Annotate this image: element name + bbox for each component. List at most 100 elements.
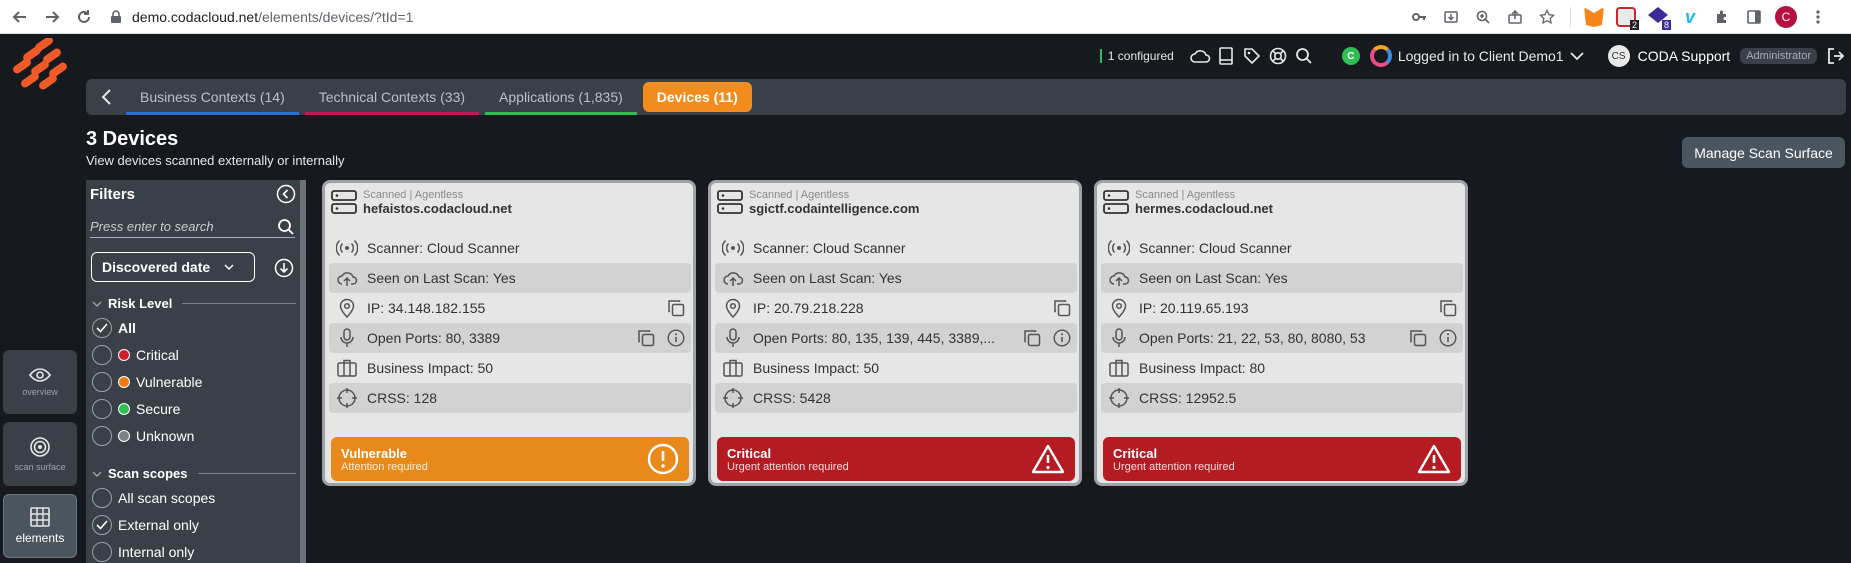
zoom-icon[interactable]	[1470, 4, 1496, 30]
sidepanel-icon[interactable]	[1741, 4, 1767, 30]
nav-elements[interactable]: elements	[3, 494, 77, 558]
risk-option-critical[interactable]: Critical	[92, 345, 179, 365]
secure-dot-icon	[118, 403, 130, 415]
checkbox[interactable]	[92, 488, 112, 508]
nav-label: overview	[22, 387, 58, 397]
tab-label: Applications (1,835)	[499, 89, 623, 105]
chevron-down-icon[interactable]	[1569, 51, 1584, 61]
device-hostname[interactable]: sgictf.codaintelligence.com	[749, 201, 920, 216]
eye-icon	[29, 368, 51, 382]
install-icon[interactable]	[1438, 4, 1464, 30]
risk-status: Critical	[1113, 445, 1158, 461]
vimeo-extension-icon[interactable]: v	[1677, 4, 1703, 30]
copy-icon[interactable]	[1403, 329, 1433, 347]
ports-text: Open Ports: 80, 3389	[367, 330, 501, 346]
device-card[interactable]: Scanned | Agentless hefaistos.codacloud.…	[322, 180, 696, 486]
manage-scan-surface-button[interactable]: Manage Scan Surface	[1682, 137, 1845, 168]
chevron-down-icon	[224, 264, 234, 271]
filter-search-input[interactable]: Press enter to search	[90, 216, 295, 238]
tab-devices[interactable]: Devices (11)	[642, 82, 752, 112]
checkbox[interactable]	[92, 372, 112, 392]
fox-extension-icon[interactable]	[1581, 4, 1607, 30]
risk-option-all[interactable]: All	[92, 318, 136, 338]
checkbox[interactable]	[92, 399, 112, 419]
extension-badge-icon[interactable]: 2	[1613, 4, 1639, 30]
scope-option-all[interactable]: All scan scopes	[92, 488, 215, 508]
lock-icon	[110, 10, 122, 24]
user-name[interactable]: CODA Support	[1638, 48, 1731, 64]
forward-arrow-icon[interactable]	[38, 3, 66, 31]
graduation-extension-icon[interactable]: 8	[1645, 4, 1671, 30]
lifebuoy-icon[interactable]	[1266, 44, 1290, 68]
option-label: Secure	[136, 401, 181, 417]
tab-technical-contexts[interactable]: Technical Contexts (33)	[304, 79, 480, 115]
risk-option-vulnerable[interactable]: Vulnerable	[92, 372, 202, 392]
risk-option-unknown[interactable]: Unknown	[92, 426, 194, 446]
copy-icon[interactable]	[661, 299, 691, 317]
copy-icon[interactable]	[1047, 299, 1077, 317]
crosshair-icon	[1105, 388, 1133, 408]
device-hostname[interactable]: hermes.codacloud.net	[1135, 201, 1273, 216]
seen-row: Seen on Last Scan: Yes	[329, 263, 691, 293]
chevron-left-icon[interactable]	[86, 88, 126, 106]
device-hostname[interactable]: hefaistos.codacloud.net	[363, 201, 512, 216]
microphone-icon	[333, 328, 361, 348]
book-icon[interactable]	[1214, 44, 1238, 68]
filters-scrollbar[interactable]	[300, 180, 306, 563]
client-switcher[interactable]: Logged in to Client Demo1	[1398, 48, 1564, 64]
checkbox[interactable]	[92, 318, 112, 338]
cloud-icon[interactable]	[1188, 44, 1212, 68]
impact-text: Business Impact: 50	[367, 360, 494, 376]
tag-icon[interactable]	[1240, 44, 1264, 68]
risk-option-secure[interactable]: Secure	[92, 399, 180, 419]
ports-text: Open Ports: 80, 135, 139, 445, 3389,...	[753, 330, 996, 346]
copy-icon[interactable]	[631, 329, 661, 347]
scan-scopes-section[interactable]: Scan scopes	[92, 466, 296, 481]
profile-avatar[interactable]: C	[1773, 4, 1799, 30]
sort-select[interactable]: Discovered date	[91, 252, 255, 282]
configured-count[interactable]: 1 configured	[1099, 49, 1174, 63]
puzzle-icon[interactable]	[1709, 4, 1735, 30]
nav-scan-surface[interactable]: scan surface	[3, 422, 77, 486]
nav-overview[interactable]: overview	[3, 350, 77, 414]
info-icon[interactable]	[1047, 329, 1077, 347]
tab-business-contexts[interactable]: Business Contexts (14)	[126, 79, 299, 115]
device-card[interactable]: Scanned | Agentless hermes.codacloud.net…	[1094, 180, 1468, 486]
collapse-filters-icon[interactable]	[276, 184, 296, 204]
star-icon[interactable]	[1534, 4, 1560, 30]
copy-icon[interactable]	[1433, 299, 1463, 317]
checkbox[interactable]	[92, 515, 112, 535]
risk-status-banner[interactable]: Vulnerable Attention required	[331, 437, 689, 481]
info-icon[interactable]	[1433, 329, 1463, 347]
info-icon[interactable]	[661, 329, 691, 347]
ports-row: Open Ports: 80, 135, 139, 445, 3389,...	[715, 323, 1077, 353]
back-arrow-icon[interactable]	[6, 3, 34, 31]
risk-status-banner[interactable]: Critical Urgent attention required	[717, 437, 1075, 481]
user-avatar[interactable]: CS	[1607, 45, 1630, 67]
checkbox[interactable]	[92, 345, 112, 365]
tab-applications[interactable]: Applications (1,835)	[485, 79, 637, 115]
search-icon[interactable]	[1292, 44, 1316, 68]
coda-logo-icon[interactable]	[12, 38, 70, 96]
scope-option-internal[interactable]: Internal only	[92, 542, 194, 562]
risk-level-section[interactable]: Risk Level	[92, 296, 296, 311]
scope-option-external[interactable]: External only	[92, 515, 199, 535]
tab-underline	[485, 112, 637, 115]
kebab-menu-icon[interactable]	[1805, 4, 1831, 30]
checkbox[interactable]	[92, 426, 112, 446]
address-bar[interactable]: demo.codacloud.net/elements/devices/?tId…	[110, 5, 1540, 29]
extension-badge: 8	[1661, 20, 1671, 30]
checkbox[interactable]	[92, 542, 112, 562]
risk-status-banner[interactable]: Critical Urgent attention required	[1103, 437, 1461, 481]
share-icon[interactable]	[1502, 4, 1528, 30]
exclamation-circle-icon	[647, 443, 679, 475]
reload-icon[interactable]	[70, 3, 98, 31]
target-icon	[30, 437, 50, 457]
copy-icon[interactable]	[1017, 329, 1047, 347]
key-icon[interactable]	[1406, 4, 1432, 30]
sort-direction-icon[interactable]	[274, 258, 294, 278]
device-card[interactable]: Scanned | Agentless sgictf.codaintellige…	[708, 180, 1082, 486]
scan-type: Scanned | Agentless	[1135, 189, 1236, 201]
logout-icon[interactable]	[1827, 47, 1845, 65]
nav-label: elements	[15, 531, 65, 545]
